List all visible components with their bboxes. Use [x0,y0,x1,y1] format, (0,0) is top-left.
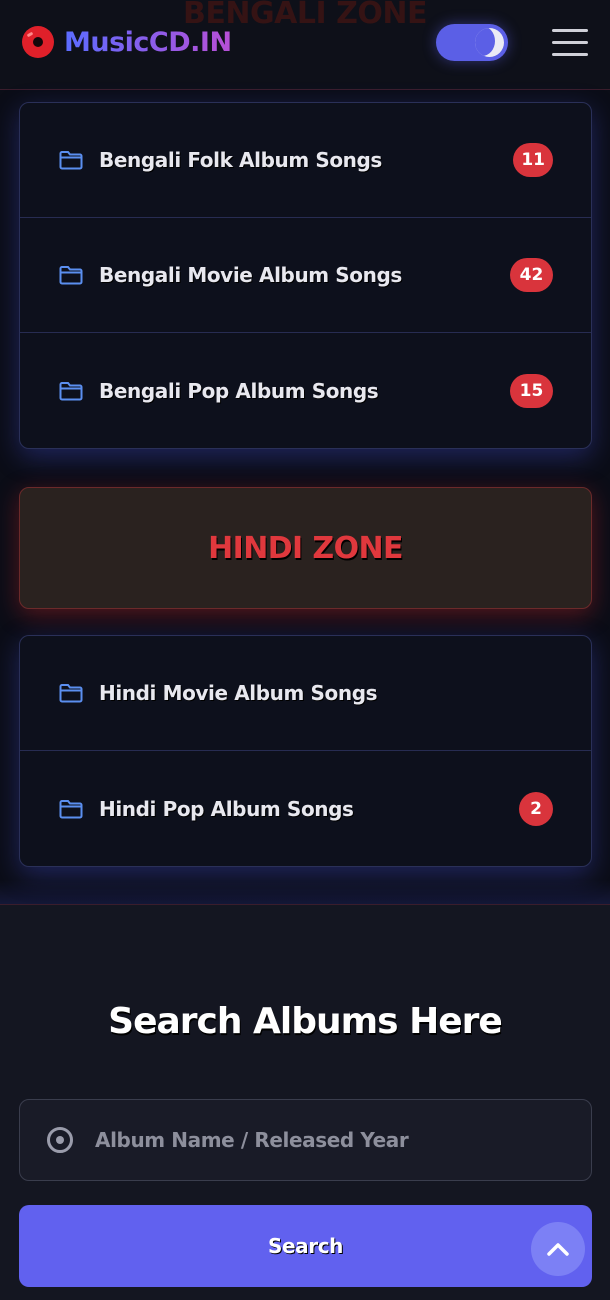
count-badge: 15 [510,373,553,408]
category-label: Hindi Pop Album Songs [99,796,354,821]
disc-icon [47,1127,73,1153]
category-item-bengali-folk[interactable]: Bengali Folk Album Songs 11 [20,103,591,218]
folder-icon [59,381,83,400]
category-label: Bengali Folk Album Songs [99,148,382,172]
menu-bar [552,53,588,56]
theme-toggle[interactable] [436,24,508,61]
category-item-bengali-movie[interactable]: Bengali Movie Album Songs 42 [20,218,591,333]
count-badge: 42 [510,258,553,292]
folder-icon [59,799,83,818]
logo-text: MusicCD.IN [64,26,232,58]
category-label: Hindi Movie Album Songs [99,681,378,705]
menu-bar [552,41,588,44]
site-header: BENGALI ZONE MusicCD.IN [0,0,610,90]
moon-icon [475,28,504,57]
category-label: Bengali Movie Album Songs [99,263,402,287]
scroll-to-top-button[interactable] [531,1222,585,1276]
hindi-zone-banner: HINDI ZONE [19,487,592,609]
chevron-up-icon [547,1243,569,1256]
count-badge: 11 [513,143,553,177]
category-item-hindi-pop[interactable]: Hindi Pop Album Songs 2 [20,751,591,866]
category-label: Bengali Pop Album Songs [99,378,379,403]
search-heading: Search Albums Here [108,1001,503,1042]
hamburger-menu-icon[interactable] [552,29,588,57]
section-glow [0,880,610,904]
bengali-category-list: Bengali Folk Album Songs 11 Bengali Movi… [19,102,592,449]
menu-bar [552,29,588,32]
music-disc-icon [22,26,54,58]
count-badge: 2 [519,791,553,826]
category-item-bengali-pop[interactable]: Bengali Pop Album Songs 15 [20,333,591,448]
search-section: Search Albums Here Search [0,904,610,1300]
folder-icon [59,684,83,703]
category-item-hindi-movie[interactable]: Hindi Movie Album Songs [20,636,591,751]
folder-icon [59,266,83,285]
hindi-category-list: Hindi Movie Album Songs Hindi Pop Album … [19,635,592,867]
folder-icon [59,151,83,170]
search-field[interactable] [19,1099,592,1181]
zone-title: HINDI ZONE [208,530,403,566]
search-input[interactable] [95,1100,591,1180]
site-logo[interactable]: MusicCD.IN [22,26,232,58]
search-button[interactable]: Search [19,1205,592,1287]
